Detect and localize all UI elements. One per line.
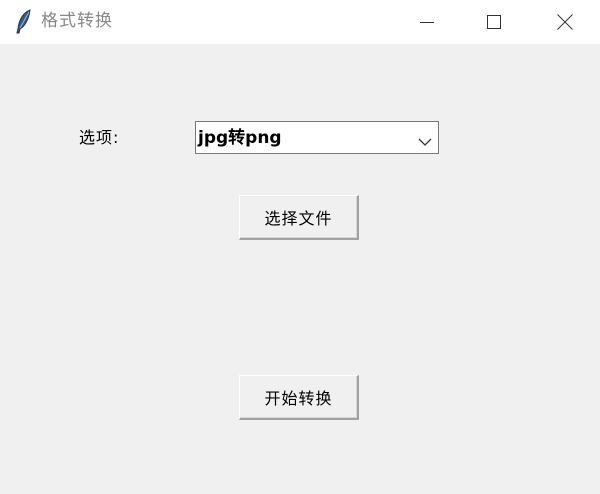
title-bar: 格式转换 [0, 0, 600, 44]
chevron-down-icon[interactable] [418, 132, 432, 151]
app-window: 格式转换 选项: jpg转png 选择文件 开始转换 [0, 0, 600, 494]
window-title: 格式转换 [41, 11, 113, 31]
select-file-button[interactable]: 选择文件 [239, 195, 359, 240]
minimize-button[interactable] [396, 0, 458, 44]
minimize-icon [420, 15, 434, 29]
maximize-button[interactable] [463, 0, 525, 44]
close-icon [557, 14, 573, 30]
option-combobox-value: jpg转png [198, 128, 282, 148]
close-button[interactable] [534, 0, 596, 44]
option-combobox[interactable]: jpg转png [195, 121, 439, 154]
option-label: 选项: [79, 128, 120, 147]
start-convert-button[interactable]: 开始转换 [239, 375, 359, 420]
maximize-icon [487, 15, 501, 29]
feather-icon [13, 9, 35, 35]
